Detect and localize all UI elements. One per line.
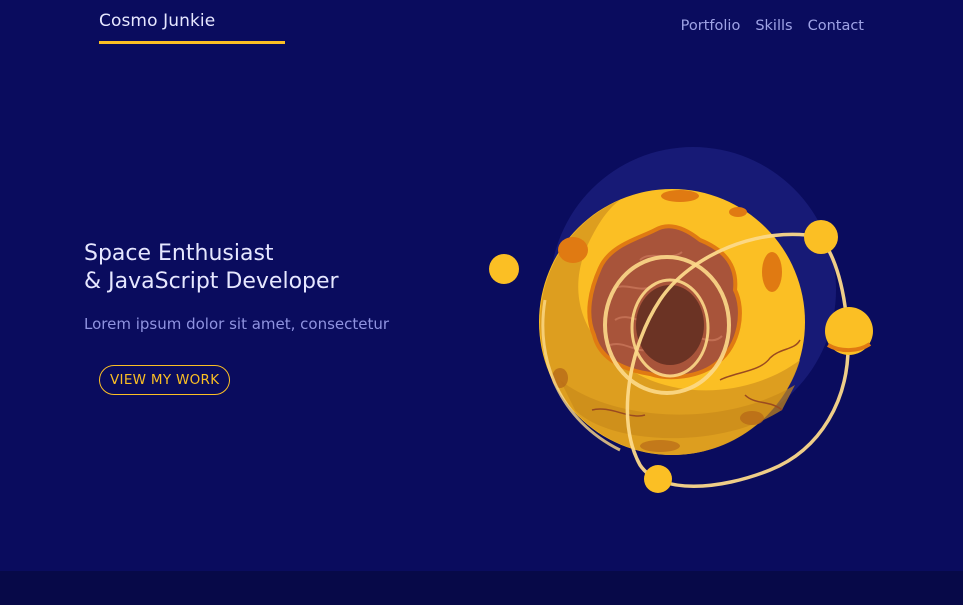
nav-link-portfolio[interactable]: Portfolio [681, 18, 741, 34]
crater [661, 190, 699, 202]
moon [489, 254, 519, 284]
crater [762, 252, 782, 292]
page: Cosmo Junkie Portfolio Skills Contact Sp… [0, 0, 963, 605]
brand-underline [99, 41, 285, 44]
planet-illustration [489, 147, 873, 493]
hero-subtitle: Lorem ipsum dolor sit amet, consectetur [84, 315, 390, 333]
crater [640, 440, 680, 452]
nav-link-skills[interactable]: Skills [755, 18, 792, 34]
brand-logo[interactable]: Cosmo Junkie [99, 11, 215, 31]
main-nav: Portfolio Skills Contact [681, 18, 864, 34]
hero-title-line1: Space Enthusiast [84, 241, 274, 266]
moon [644, 465, 672, 493]
moon [804, 220, 838, 254]
hero-title: Space Enthusiast & JavaScript Developer [84, 240, 339, 296]
crater [729, 207, 747, 217]
view-my-work-button[interactable]: VIEW MY WORK [99, 365, 231, 395]
crater [740, 411, 764, 425]
hero-title-line2: & JavaScript Developer [84, 269, 339, 294]
crater [558, 237, 588, 263]
footer-band [0, 571, 963, 605]
nav-link-contact[interactable]: Contact [808, 18, 864, 34]
